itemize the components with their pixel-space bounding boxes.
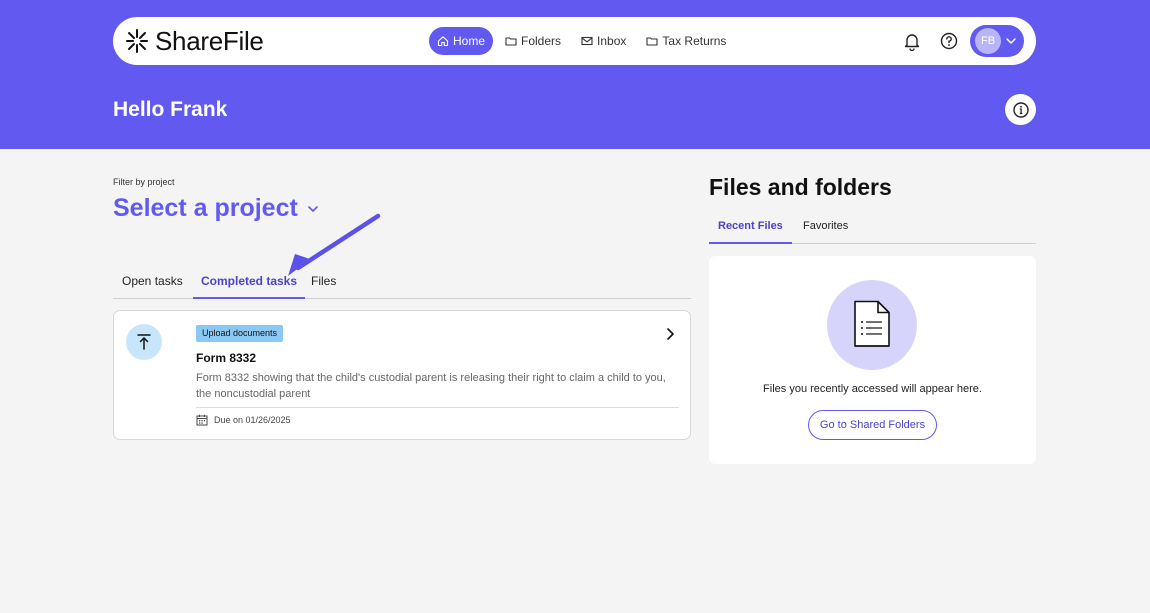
upload-icon xyxy=(137,334,151,350)
document-icon xyxy=(854,300,890,347)
task-divider xyxy=(196,407,679,408)
nav-home-label: Home xyxy=(453,34,486,48)
calendar-icon xyxy=(196,414,208,426)
go-to-shared-folders-button[interactable]: Go to Shared Folders xyxy=(808,410,937,440)
sharefile-logo-icon xyxy=(126,29,148,53)
avatar: FB xyxy=(975,28,1001,54)
files-and-folders-title: Files and folders xyxy=(709,174,892,200)
nav-inbox-label: Inbox xyxy=(597,34,627,48)
nav-inbox[interactable]: Inbox xyxy=(573,27,634,55)
upload-icon-circle xyxy=(126,324,162,360)
chevron-right-icon[interactable] xyxy=(664,327,676,341)
brand-name: ShareFile xyxy=(155,26,264,56)
task-card[interactable]: Upload documents Form 8332 Form 8332 sho… xyxy=(113,310,691,440)
task-title: Form 8332 xyxy=(196,351,257,365)
mail-icon xyxy=(581,36,593,46)
sharefile-logo[interactable]: ShareFile xyxy=(125,27,264,55)
nav-tax-returns-label: Tax Returns xyxy=(662,34,727,48)
nav-folders-label: Folders xyxy=(521,34,562,48)
project-filter-label: Filter by project xyxy=(113,177,175,187)
project-select-value: Select a project xyxy=(113,194,298,222)
tab-favorites[interactable]: Favorites xyxy=(794,212,857,244)
folder-icon xyxy=(646,37,658,46)
recent-files-empty-state: Files you recently accessed will appear … xyxy=(709,256,1036,464)
tab-open-tasks[interactable]: Open tasks xyxy=(114,268,191,299)
tab-recent-files[interactable]: Recent Files xyxy=(709,212,792,244)
files-tabs: Recent Files Favorites xyxy=(709,212,1036,244)
top-navigation-bar: ShareFile Home Folders Inbox Tax Returns… xyxy=(113,17,1036,65)
folder-icon xyxy=(505,37,517,46)
info-icon xyxy=(1012,101,1029,118)
notification-bell-icon[interactable] xyxy=(902,31,922,51)
help-icon[interactable] xyxy=(939,31,959,51)
nav-home[interactable]: Home xyxy=(429,27,494,55)
chevron-down-icon xyxy=(1006,38,1016,44)
nav-tax-returns[interactable]: Tax Returns xyxy=(638,27,734,55)
task-due-text: Due on 01/26/2025 xyxy=(214,415,291,425)
main-nav: Home Folders Inbox Tax Returns xyxy=(429,27,734,55)
empty-state-message: Files you recently accessed will appear … xyxy=(763,383,982,395)
info-button[interactable] xyxy=(1005,94,1036,125)
user-menu-button[interactable]: FB xyxy=(970,25,1024,57)
task-tabs: Open tasks Completed tasks Files xyxy=(113,268,691,299)
task-type-badge: Upload documents xyxy=(196,325,284,342)
task-due-date: Due on 01/26/2025 xyxy=(196,414,291,426)
task-description: Form 8332 showing that the child's custo… xyxy=(196,372,666,400)
document-illustration xyxy=(827,280,917,370)
nav-folders[interactable]: Folders xyxy=(497,27,569,55)
home-icon xyxy=(437,36,449,47)
annotation-arrow-icon xyxy=(288,213,381,276)
page-greeting: Hello Frank xyxy=(113,98,228,121)
